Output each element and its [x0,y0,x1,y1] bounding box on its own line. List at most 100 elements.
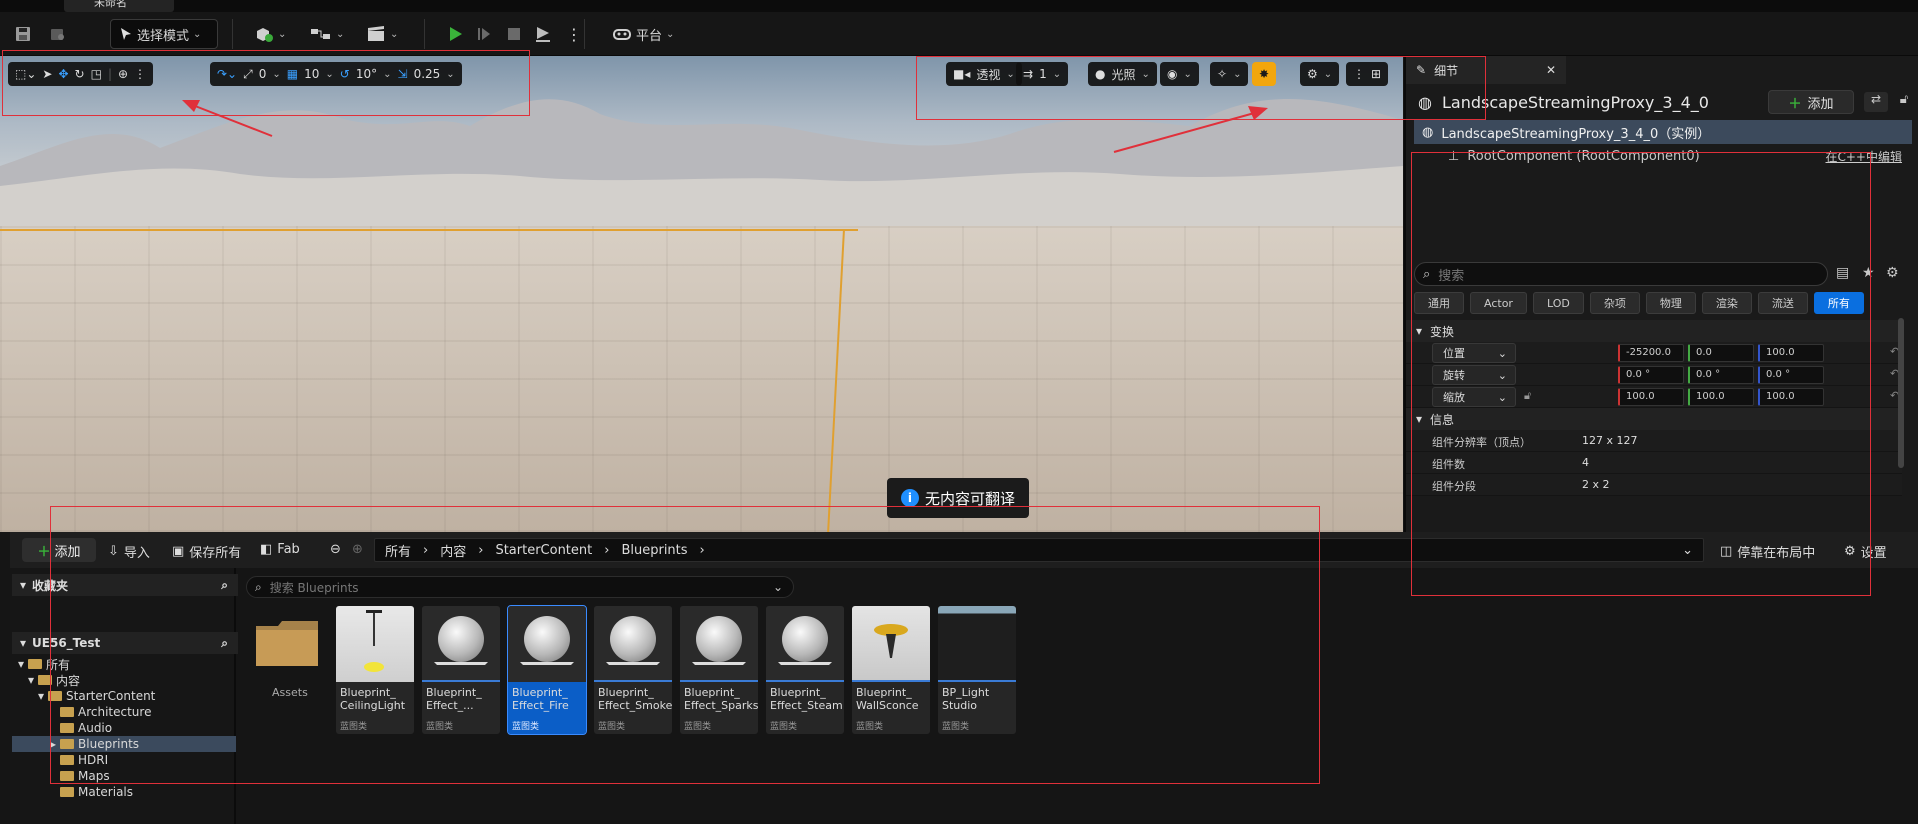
scale-tool-icon[interactable]: ◳ [91,67,102,81]
scale-y-field[interactable]: 100.0 [1688,388,1754,406]
details-tab[interactable]: ✎ 细节 ✕ [1406,56,1566,84]
layout-grid-icon[interactable]: ⊞ [1371,67,1381,81]
scale-dropdown[interactable]: 缩放 ⌄ [1432,387,1516,407]
blueprint-icon[interactable]: ⇄ [1864,92,1888,112]
show-flags-dropdown[interactable]: ◉ ⌄ [1160,62,1199,86]
edit-in-cpp-link[interactable]: 在C++中编辑 [1826,148,1903,165]
asset-tile[interactable]: Blueprint_ WallSconce 蓝图类 [852,606,930,734]
angle-snap-icon[interactable]: ⤢ [243,67,253,82]
tree-item-audio[interactable]: Audio [12,720,236,736]
tree-item-materials[interactable]: Materials [12,784,236,800]
world-space-icon[interactable]: ⊕ [118,67,128,81]
add-button[interactable]: ＋ 添加 [22,538,96,562]
tree-item-content[interactable]: ▾ 内容 [12,672,236,688]
favorite-star-icon[interactable]: ★ [1862,265,1875,281]
dock-in-layout-button[interactable]: ◫ 停靠在布局中 [1720,542,1815,561]
tree-item-blueprints[interactable]: ▸ Blueprints [12,736,236,752]
location-x-field[interactable]: -25200.0 [1618,344,1684,362]
chevron-down-icon[interactable]: ⌄ [1682,543,1693,558]
scale-x-field[interactable]: 100.0 [1618,388,1684,406]
rotation-y-field[interactable]: 0.0 ° [1688,366,1754,384]
scale-z-field[interactable]: 100.0 [1758,388,1824,406]
search-icon[interactable]: ⌕ [221,636,228,651]
rotation-snap-icon[interactable]: ↺ [340,67,350,81]
asset-search-input[interactable]: ⌕ 搜索 Blueprints ⌄ [246,576,794,598]
mode-selector-button[interactable]: 选择模式 ⌄ [110,19,218,49]
forward-icon[interactable]: ⊕ [352,542,363,557]
location-y-field[interactable]: 0.0 [1688,344,1754,362]
favorites-header[interactable]: ▾ 收藏夹 ⌕ [12,574,238,596]
view-mode-dropdown[interactable]: ■◂ 透视 ⌄ [946,62,1022,86]
step-icon[interactable] [476,19,492,49]
tree-item-startercontent[interactable]: ▾ StarterContent [12,688,236,704]
table-view-icon[interactable]: ▤ [1836,265,1849,281]
grid-snap-value[interactable]: 10 [304,67,319,81]
select-tool-icon[interactable]: ⬚⌄ [15,67,36,81]
filter-physics[interactable]: 物理 [1645,292,1696,314]
surface-snap-icon[interactable]: ↷⌄ [217,67,237,81]
filter-lod[interactable]: LOD [1532,292,1584,314]
breadcrumb-item[interactable]: StarterContent [495,543,592,558]
folder-assets[interactable] [254,618,320,678]
tree-item-all[interactable]: ▾ 所有 [12,656,236,672]
save-all-button[interactable]: ▣ 保存所有 [172,542,241,561]
details-scrollbar[interactable] [1898,318,1904,468]
asset-tile[interactable]: Blueprint_ Effect_Sparks 蓝图类 [680,606,758,734]
filter-all[interactable]: 所有 [1813,292,1864,314]
grid-snap-icon[interactable]: ▦ [287,67,298,81]
fab-button[interactable]: ◧ Fab [260,542,300,557]
breadcrumb-item[interactable]: 所有 [385,541,411,560]
asset-tile[interactable]: Blueprint_ Effect_... 蓝图类 [422,606,500,734]
location-z-field[interactable]: 100.0 [1758,344,1824,362]
component-row-instance[interactable]: ◍ LandscapeStreamingProxy_3_4_0（实例） [1414,120,1912,144]
play-options-icon[interactable]: ⋮ [566,19,582,49]
asset-tile[interactable]: Blueprint_ Effect_Smoke 蓝图类 [594,606,672,734]
breadcrumb-item[interactable]: 内容 [440,541,466,560]
performance-dropdown[interactable]: ✧ ⌄ [1210,62,1249,86]
asset-tile-selected[interactable]: Blueprint_ Effect_Fire 蓝图类 [507,605,587,735]
filter-general[interactable]: 通用 [1414,292,1464,314]
filter-misc[interactable]: 杂项 [1589,292,1640,314]
cinematics-button[interactable]: ⌄ [366,19,398,49]
rotate-tool-icon[interactable]: ↻ [75,67,85,81]
save-icon[interactable] [14,19,32,49]
source-control-icon[interactable] [48,19,66,49]
back-icon[interactable]: ⊖ [330,542,341,557]
breadcrumb-item[interactable]: Blueprints [621,543,687,558]
info-section-header[interactable]: ▾ 信息 [1406,408,1902,430]
filter-rendering[interactable]: 渲染 [1701,292,1752,314]
details-search-input[interactable]: ⌕ 搜索 [1414,262,1828,286]
scale-snap-icon[interactable]: ⇲ [398,67,408,81]
tree-item-architecture[interactable]: Architecture [12,704,236,720]
more-options-icon[interactable]: ⋮ [134,67,146,81]
blueprint-menu-button[interactable]: ⌄ [310,19,344,49]
platforms-button[interactable]: 平台 ⌄ [612,19,674,49]
lock-icon[interactable]: 🔓︎ [1524,389,1531,403]
move-tool-icon[interactable]: ✥ [58,67,68,81]
add-actor-button[interactable]: ⌄ [254,19,286,49]
add-component-button[interactable]: ＋ 添加 [1768,90,1854,114]
more-options-icon[interactable]: ⋮ [1353,67,1365,81]
project-header[interactable]: ▾ UE56_Test ⌕ [12,632,238,654]
rotation-dropdown[interactable]: 旋转 ⌄ [1432,365,1516,385]
lock-icon[interactable]: 🔓︎ [1894,92,1914,112]
asset-tile[interactable]: Blueprint_ CeilingLight 蓝图类 [336,606,414,734]
stop-icon[interactable] [506,19,522,49]
transform-section-header[interactable]: ▾ 变换 [1406,320,1902,342]
asset-tile[interactable]: BP_Light Studio 蓝图类 [938,606,1016,734]
landscape-floor[interactable] [0,226,1403,532]
camera-speed-dropdown[interactable]: ⇉ 1 ⌄ [1016,62,1069,86]
lighting-mode-dropdown[interactable]: ● 光照 ⌄ [1088,62,1157,86]
rotation-snap-value[interactable]: 10° [356,67,377,81]
search-icon[interactable]: ⌕ [221,578,228,593]
rotation-x-field[interactable]: 0.0 ° [1618,366,1684,384]
filter-streaming[interactable]: 流送 [1757,292,1808,314]
select-arrow-icon[interactable]: ➤ [42,67,52,81]
component-row-root[interactable]: ⊥ RootComponent (RootComponent0) 在C++中编辑 [1414,144,1912,168]
viewport-settings-dropdown[interactable]: ⚙ ⌄ [1300,62,1340,86]
asset-tile[interactable]: Blueprint_ Effect_Steam 蓝图类 [766,606,844,734]
angle-snap-value[interactable]: 0 [259,67,267,81]
tree-item-hdri[interactable]: HDRI [12,752,236,768]
realtime-toggle-icon[interactable]: ✸ [1252,62,1276,86]
play-button[interactable] [446,19,464,49]
